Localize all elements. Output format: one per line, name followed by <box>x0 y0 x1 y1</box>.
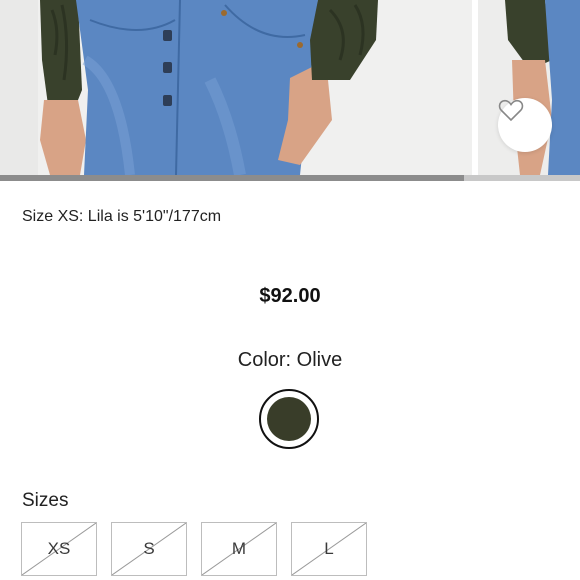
color-label: Color: Olive <box>237 349 343 371</box>
product-image-carousel[interactable] <box>0 0 580 175</box>
size-label: XS <box>47 539 71 558</box>
swatch-color-dot <box>267 397 311 441</box>
size-option-xs[interactable]: XS <box>21 522 97 576</box>
size-label: M <box>231 539 247 558</box>
favorite-button[interactable] <box>498 98 552 152</box>
sizes-heading: Sizes <box>22 490 69 511</box>
model-size-note: Size XS: Lila is 5'10"/177cm <box>22 208 222 225</box>
size-label: S <box>143 539 155 558</box>
product-price: $92.00 <box>259 285 321 307</box>
carousel-progress-bar <box>0 175 580 181</box>
product-photo-jeans <box>0 0 580 175</box>
size-option-s[interactable]: S <box>111 522 187 576</box>
size-option-l[interactable]: L <box>291 522 367 576</box>
carousel-progress-fill <box>0 175 464 181</box>
color-swatch-olive[interactable] <box>259 389 319 449</box>
size-option-m[interactable]: M <box>201 522 277 576</box>
heart-outline-icon <box>498 99 524 122</box>
size-label: L <box>324 539 334 558</box>
